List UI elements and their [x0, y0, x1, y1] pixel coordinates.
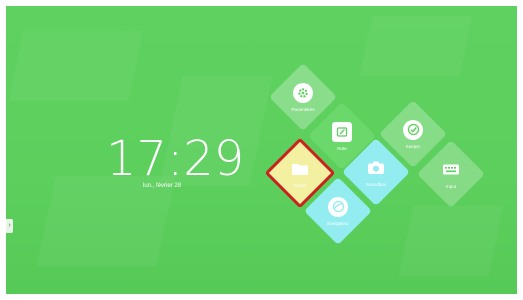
wallpaper-shape: [8, 31, 144, 101]
wallpaper-shape: [36, 176, 176, 266]
tile-label: Input: [445, 183, 456, 189]
clock-date: lun., février 28: [142, 183, 182, 189]
gear-icon: [293, 82, 313, 103]
wallpaper-shape: [398, 206, 504, 276]
folder-icon: [290, 159, 310, 179]
tile-input-content: Input: [417, 140, 485, 208]
side-panel-handle[interactable]: ›: [6, 219, 13, 233]
camera-icon: [366, 158, 386, 178]
wallpaper-shape: [359, 16, 473, 76]
keyboard-icon: [441, 160, 461, 180]
globe-icon: [328, 196, 348, 217]
tile-label: Navigateur: [327, 220, 349, 226]
check-circle-icon: [403, 119, 423, 140]
clock-time: 17:29: [106, 131, 245, 187]
tile-navigateur-content: Navigateur: [304, 177, 372, 245]
